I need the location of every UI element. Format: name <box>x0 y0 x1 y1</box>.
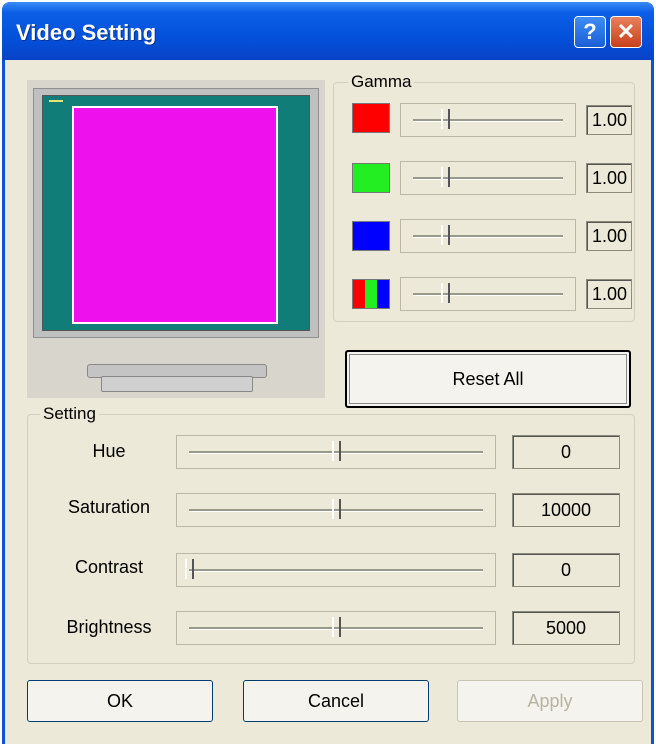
setting-group: Setting Hue 0 Saturation 10000 Contrast … <box>27 404 635 664</box>
saturation-label: Saturation <box>67 497 151 517</box>
green-gamma-value[interactable]: 1.00 <box>586 163 632 193</box>
brightness-slider[interactable] <box>176 611 496 645</box>
cancel-button[interactable]: Cancel <box>243 680 429 722</box>
hue-value[interactable]: 0 <box>512 435 620 469</box>
dialog-client: Gamma 1.00 1.00 1.00 1.00 Reset All Sett… <box>5 60 651 744</box>
hue-label: Hue <box>92 441 126 461</box>
preview-content <box>72 106 278 324</box>
monitor-preview <box>27 80 325 398</box>
slider-track <box>413 177 563 180</box>
slider-thumb[interactable] <box>332 617 341 637</box>
slider-track <box>189 569 483 572</box>
monitor-screen <box>42 95 310 331</box>
green-swatch <box>352 163 390 193</box>
apply-button[interactable]: Apply <box>457 680 643 722</box>
brightness-value[interactable]: 5000 <box>512 611 620 645</box>
rgb-swatch-green <box>365 280 377 308</box>
contrast-slider[interactable] <box>176 553 496 587</box>
setting-legend: Setting <box>40 404 99 424</box>
all-gamma-slider[interactable] <box>400 277 576 311</box>
blue-swatch <box>352 221 390 251</box>
rgb-swatch <box>352 279 390 309</box>
slider-thumb[interactable] <box>185 559 194 579</box>
red-swatch <box>352 103 390 133</box>
blue-gamma-value[interactable]: 1.00 <box>586 221 632 251</box>
monitor-stand-base <box>101 376 253 392</box>
red-gamma-value[interactable]: 1.00 <box>586 105 632 135</box>
slider-thumb[interactable] <box>441 225 451 245</box>
blue-gamma-slider[interactable] <box>400 219 576 253</box>
reset-all-button[interactable]: Reset All <box>345 350 631 408</box>
gamma-group: Gamma 1.00 1.00 1.00 1.00 <box>333 72 635 322</box>
window-title: Video Setting <box>16 20 157 45</box>
slider-track <box>413 293 563 296</box>
rgb-swatch-blue <box>377 280 389 308</box>
video-setting-dialog: Video Setting ? ✕ Gamma 1.00 1.00 1.00 1… <box>2 2 654 744</box>
red-gamma-slider[interactable] <box>400 103 576 137</box>
slider-thumb[interactable] <box>332 441 341 461</box>
slider-track <box>413 235 563 238</box>
close-button[interactable]: ✕ <box>610 16 642 48</box>
ok-button[interactable]: OK <box>27 680 213 722</box>
title-bar[interactable]: Video Setting ? ✕ <box>2 2 654 60</box>
gamma-legend: Gamma <box>348 72 415 92</box>
preview-marker <box>49 100 63 108</box>
brightness-label: Brightness <box>66 617 152 637</box>
green-gamma-slider[interactable] <box>400 161 576 195</box>
hue-slider[interactable] <box>176 435 496 469</box>
help-button[interactable]: ? <box>574 16 606 48</box>
slider-track <box>413 119 563 122</box>
saturation-value[interactable]: 10000 <box>512 493 620 527</box>
contrast-label: Contrast <box>74 557 144 577</box>
rgb-swatch-red <box>353 280 365 308</box>
all-gamma-value[interactable]: 1.00 <box>586 279 632 309</box>
slider-thumb[interactable] <box>332 499 341 519</box>
slider-thumb[interactable] <box>441 167 451 187</box>
monitor-frame <box>33 88 319 338</box>
contrast-value[interactable]: 0 <box>512 553 620 587</box>
slider-thumb[interactable] <box>441 109 451 129</box>
saturation-slider[interactable] <box>176 493 496 527</box>
slider-thumb[interactable] <box>441 283 451 303</box>
